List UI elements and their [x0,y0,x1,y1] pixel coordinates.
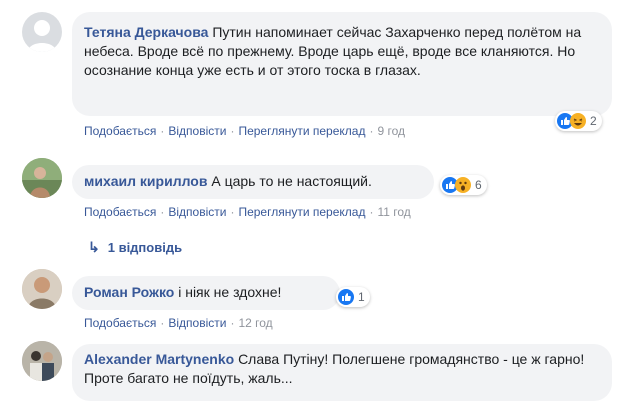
separator: · [230,124,235,138]
comment-bubble: Роман Рожко і ніяк не здохне! [72,276,340,310]
comment-time[interactable]: 11 год [377,205,410,219]
default-avatar-icon [28,20,56,52]
separator: · [160,205,165,219]
like-link[interactable]: Подобається [84,205,156,219]
comment-author[interactable]: михаил кириллов [84,173,207,189]
haha-reaction-icon [570,113,586,129]
like-reaction-icon [338,289,354,305]
user-photo-icon [22,158,62,198]
avatar-photo[interactable] [22,269,62,309]
like-link[interactable]: Подобається [84,124,156,138]
reply-arrow-icon: ↳ [88,239,100,255]
separator: · [369,124,374,138]
separator: · [230,205,235,219]
separator: · [160,124,165,138]
reaction-count: 1 [358,290,365,304]
user-photo-icon [22,341,62,381]
comment-text: А царь то не настоящий. [211,173,372,189]
comment-actions: Подобається · Відповісти · Переглянути перек… [84,124,405,138]
reply-link[interactable]: Відповісти [168,124,226,138]
reaction-count: 2 [590,114,597,128]
avatar-default[interactable] [22,12,62,52]
comment-text: і ніяк не здохне! [178,284,282,300]
separator: · [160,316,165,330]
reaction-count: 6 [475,178,482,192]
like-link[interactable]: Подобається [84,316,156,330]
reaction-summary[interactable]: 2 [555,111,602,131]
reply-link[interactable]: Відповісти [168,316,226,330]
comment-author[interactable]: Alexander Martynenko [84,351,234,367]
comment-actions: Подобається · Відповісти · Переглянути перек… [84,205,411,219]
wow-reaction-icon [455,177,471,193]
replies-count-label: 1 відповідь [107,240,183,255]
comment-actions: Подобається · Відповісти · 12 год [84,316,273,330]
translate-link[interactable]: Переглянути переклад [238,205,365,219]
separator: · [369,205,374,219]
avatar-photo[interactable] [22,341,62,381]
separator: · [230,316,235,330]
comment-bubble: михаил кириллов А царь то не настоящий. [72,165,434,199]
comment-author[interactable]: Роман Рожко [84,284,174,300]
comment-bubble: Alexander Martynenko Слава Путіну! Полег… [72,344,612,401]
comment-author[interactable]: Тетяна Деркачова [84,24,208,40]
comment-time[interactable]: 12 год [238,316,272,330]
comment-time[interactable]: 9 год [377,124,405,138]
reaction-summary[interactable]: 6 [440,175,487,195]
reaction-summary[interactable]: 1 [336,287,370,307]
avatar-photo[interactable] [22,158,62,198]
reply-link[interactable]: Відповісти [168,205,226,219]
view-replies-link[interactable]: ↳ 1 відповідь [88,239,182,256]
comment-bubble: Тетяна Деркачова Путин напоминает сейчас… [72,12,612,116]
translate-link[interactable]: Переглянути переклад [238,124,365,138]
user-photo-icon [22,269,62,309]
